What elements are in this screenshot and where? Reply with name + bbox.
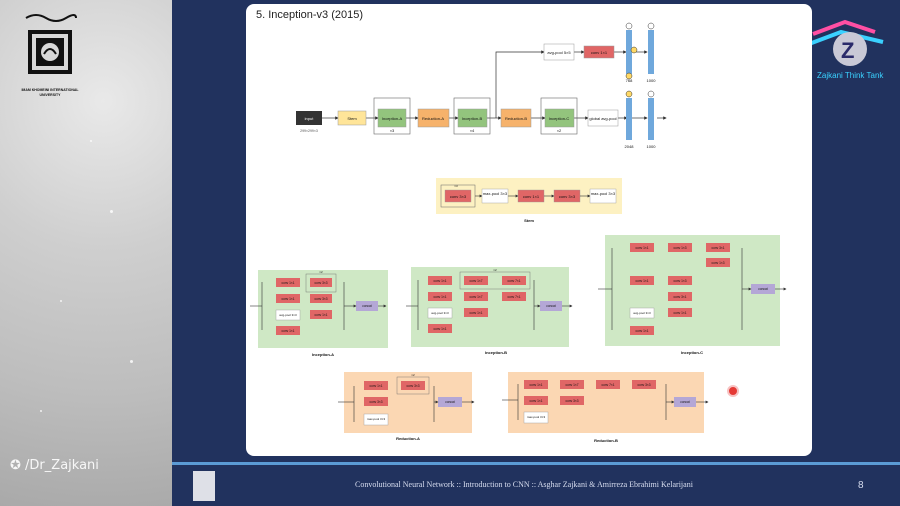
svg-text:conv 1×1: conv 1×1 bbox=[433, 327, 446, 331]
svg-text:concat: concat bbox=[680, 400, 690, 404]
svg-text:Inception-C: Inception-C bbox=[549, 116, 570, 121]
svg-text:1000: 1000 bbox=[647, 144, 657, 149]
footer-university-logo bbox=[193, 471, 215, 501]
svg-text:Inception-C: Inception-C bbox=[681, 350, 703, 355]
svg-text:Reduction-B: Reduction-B bbox=[594, 438, 618, 443]
svg-text:conv 1×7: conv 1×7 bbox=[565, 383, 578, 387]
svg-text:conv 1×3: conv 1×3 bbox=[673, 246, 686, 250]
university-name: IMAM KHOMEINI INTERNATIONAL UNIVERSITY bbox=[21, 88, 79, 97]
footer-divider bbox=[172, 462, 900, 465]
svg-text:×2: ×2 bbox=[557, 128, 562, 133]
svg-text:conv 3×1: conv 3×1 bbox=[673, 295, 686, 299]
svg-text:Z: Z bbox=[841, 38, 854, 63]
svg-text:input: input bbox=[305, 116, 315, 121]
svg-text:conv 1×1: conv 1×1 bbox=[529, 399, 542, 403]
svg-text:conv 3×3: conv 3×3 bbox=[637, 383, 650, 387]
instagram-icon: ✪ bbox=[10, 458, 21, 473]
inception-b-block: conv 1×1 conv 1×1 avg-pool 3×3 conv 1×1 … bbox=[406, 267, 573, 355]
svg-text:conv 7×1: conv 7×1 bbox=[601, 383, 614, 387]
svg-text:conv 7×1: conv 7×1 bbox=[507, 295, 520, 299]
svg-text:conv 1×1: conv 1×1 bbox=[635, 279, 648, 283]
fc-768 bbox=[626, 30, 632, 74]
svg-text:conv 3×3: conv 3×3 bbox=[369, 400, 382, 404]
svg-text:max-pool 3×3: max-pool 3×3 bbox=[591, 191, 616, 196]
pointer-dot bbox=[727, 385, 739, 397]
svg-text:299×299×3: 299×299×3 bbox=[300, 129, 318, 133]
svg-text:×3: ×3 bbox=[390, 128, 395, 133]
inception-c-block: conv 1×1 conv 1×3 conv 3×1 conv 1×3 conv… bbox=[598, 235, 787, 355]
svg-text:2048: 2048 bbox=[625, 144, 635, 149]
svg-text:concat: concat bbox=[362, 304, 372, 308]
social-handle: ✪ /Dr_Zajkani bbox=[10, 458, 99, 473]
svg-text:conv 3×3: conv 3×3 bbox=[314, 281, 327, 285]
svg-text:avg-pool 3×3: avg-pool 3×3 bbox=[633, 311, 651, 315]
svg-text:conv 1×1: conv 1×1 bbox=[281, 297, 294, 301]
svg-text:conv 1×3: conv 1×3 bbox=[711, 261, 724, 265]
svg-text:avg-pool 3×3: avg-pool 3×3 bbox=[431, 311, 449, 315]
svg-text:Inception-B: Inception-B bbox=[485, 350, 507, 355]
fc-1000 bbox=[648, 98, 654, 140]
svg-text:conv 7×1: conv 7×1 bbox=[507, 279, 520, 283]
svg-text:Reduction-B: Reduction-B bbox=[505, 116, 527, 121]
left-decoration-panel: IMAM KHOMEINI INTERNATIONAL UNIVERSITY ✪… bbox=[0, 0, 172, 506]
svg-text:avg-pool 3×3: avg-pool 3×3 bbox=[279, 313, 297, 317]
svg-text:concat: concat bbox=[758, 287, 768, 291]
inception-a-block: conv 1×1 conv 1×1 avg-pool 3×3 conv 1×1 … bbox=[250, 270, 388, 357]
svg-text:Stem: Stem bbox=[524, 218, 534, 223]
svg-text:Inception-B: Inception-B bbox=[462, 116, 483, 121]
svg-text:conv 1×3: conv 1×3 bbox=[673, 279, 686, 283]
svg-text:×3: ×3 bbox=[454, 184, 458, 188]
svg-text:conv 1×1: conv 1×1 bbox=[523, 194, 540, 199]
overview-row: input 299×299×3 Stem Inception-A ×3 Redu… bbox=[296, 22, 667, 149]
svg-text:global avg-pool: global avg-pool bbox=[589, 116, 616, 121]
svg-text:Inception-A: Inception-A bbox=[382, 116, 403, 121]
svg-text:conv 1×7: conv 1×7 bbox=[469, 295, 482, 299]
svg-text:1000: 1000 bbox=[647, 78, 657, 83]
svg-text:conv 1×1: conv 1×1 bbox=[433, 279, 446, 283]
svg-text:conv 1×1: conv 1×1 bbox=[635, 329, 648, 333]
slide-footer: Convolutional Neural Network :: Introduc… bbox=[355, 480, 693, 489]
svg-text:×2: ×2 bbox=[411, 373, 415, 377]
svg-text:concat: concat bbox=[546, 304, 556, 308]
svg-text:Reduction-A: Reduction-A bbox=[396, 436, 420, 441]
svg-text:conv 3×3: conv 3×3 bbox=[406, 384, 419, 388]
svg-text:concat: concat bbox=[445, 400, 455, 404]
svg-text:conv 1×1: conv 1×1 bbox=[469, 311, 482, 315]
fc-1000-aux bbox=[648, 30, 654, 74]
svg-text:conv 1×1: conv 1×1 bbox=[433, 295, 446, 299]
svg-text:conv 1×7: conv 1×7 bbox=[469, 279, 482, 283]
brand-name: Zajkani Think Tank bbox=[817, 71, 884, 80]
svg-text:conv 3×3: conv 3×3 bbox=[450, 194, 467, 199]
svg-text:conv 1×1: conv 1×1 bbox=[673, 311, 686, 315]
svg-text:conv 1×1: conv 1×1 bbox=[281, 329, 294, 333]
svg-text:×2: ×2 bbox=[319, 270, 323, 274]
svg-text:conv 1×1: conv 1×1 bbox=[635, 246, 648, 250]
svg-text:Inception-A: Inception-A bbox=[312, 352, 334, 357]
svg-text:max-pool 3×3: max-pool 3×3 bbox=[483, 191, 508, 196]
svg-text:×2: ×2 bbox=[493, 268, 497, 272]
svg-text:avg-pool 5×5: avg-pool 5×5 bbox=[547, 50, 571, 55]
reduction-a-block: conv 1×1 conv 3×3 ×2 conv 3×3 max-pool 3… bbox=[338, 372, 475, 441]
svg-text:conv 3×3: conv 3×3 bbox=[314, 297, 327, 301]
svg-text:conv 3×3: conv 3×3 bbox=[559, 194, 576, 199]
svg-text:conv 1×1: conv 1×1 bbox=[369, 384, 382, 388]
stem-block: conv 3×3 ×3 max-pool 3×3 conv 1×1 conv 3… bbox=[436, 178, 622, 223]
svg-text:max-pool 3×3: max-pool 3×3 bbox=[367, 417, 386, 421]
svg-text:conv 3×3: conv 3×3 bbox=[565, 399, 578, 403]
page-number: 8 bbox=[858, 480, 864, 491]
fc-2048 bbox=[626, 98, 632, 140]
svg-text:conv 1×1: conv 1×1 bbox=[281, 281, 294, 285]
svg-text:conv 1×1: conv 1×1 bbox=[314, 313, 327, 317]
svg-text:conv 1×1: conv 1×1 bbox=[529, 383, 542, 387]
svg-text:Reduction-A: Reduction-A bbox=[422, 116, 444, 121]
svg-text:×4: ×4 bbox=[470, 128, 475, 133]
reduction-b-block: conv 1×1 conv 1×7 conv 7×1 conv 3×3 conv… bbox=[502, 372, 709, 443]
svg-text:Stem: Stem bbox=[347, 116, 357, 121]
svg-text:conv 1×1: conv 1×1 bbox=[591, 50, 608, 55]
svg-text:conv 3×1: conv 3×1 bbox=[711, 246, 724, 250]
university-logo bbox=[22, 10, 78, 92]
svg-text:max-pool 3×3: max-pool 3×3 bbox=[527, 415, 546, 419]
brand-logo: Z Zajkani Think Tank bbox=[805, 14, 895, 84]
